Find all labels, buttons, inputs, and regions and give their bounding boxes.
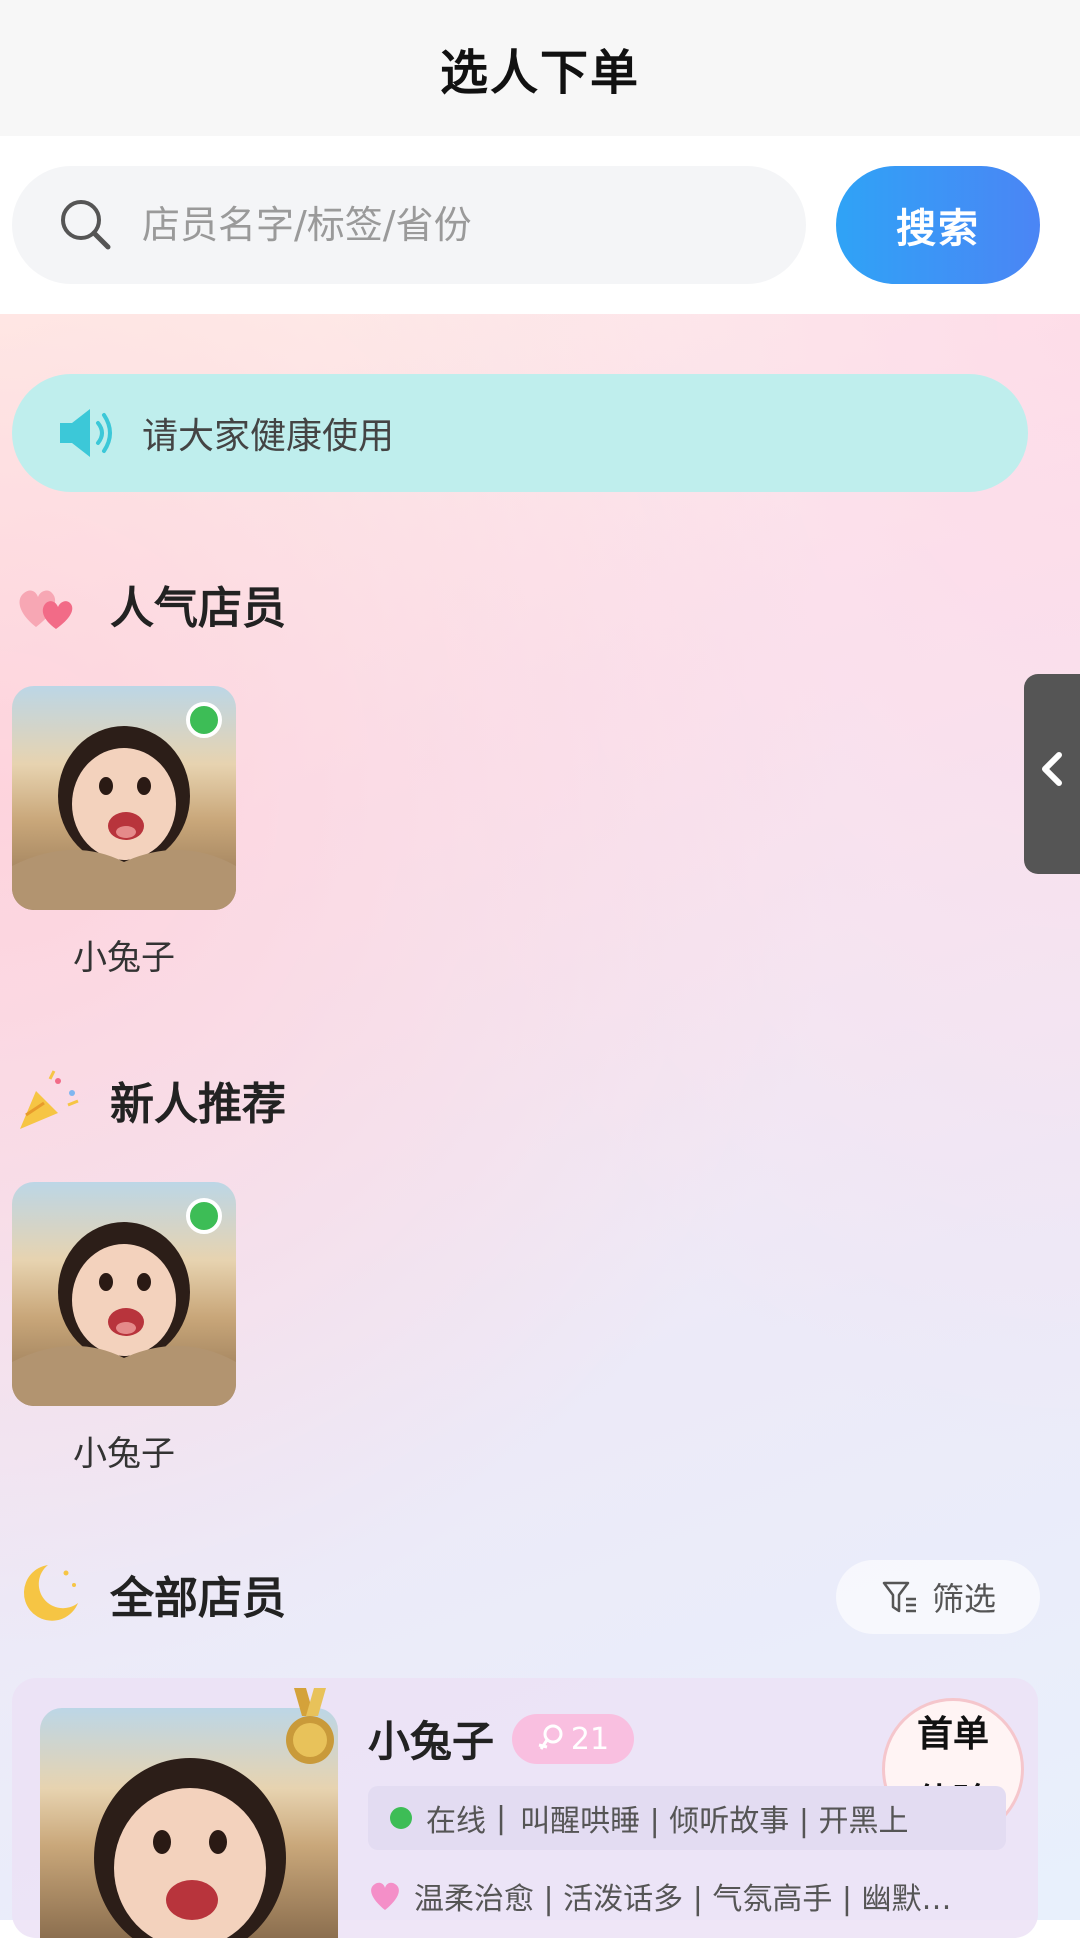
notice-banner: 请大家健康使用 [12,374,1028,492]
section-all-header: 全部店员 [14,1554,286,1634]
newcomer-staff-card[interactable]: 小兔子 [12,1182,236,1475]
medal-icon [280,1688,340,1772]
search-bar: 搜索 [0,136,1080,314]
heart-icon [368,1880,402,1912]
avatar [12,1182,236,1406]
online-dot [390,1807,412,1829]
traits-row: 温柔治愈 | 活泼话多 | 气氛高手 | 幽默… [368,1874,952,1918]
separator: | [496,1800,507,1836]
online-indicator [186,702,222,738]
section-popular-header: 人气店员 [14,564,286,644]
search-icon [56,195,116,255]
section-popular-title: 人气店员 [110,583,286,634]
page-title: 选人下单 [439,45,640,101]
staff-name: 小兔子 [73,938,175,978]
main-content: 请大家健康使用 人气店员 小兔子 新人推荐 小兔子 全部店员 筛选 小兔子 21… [0,314,1080,1938]
popular-staff-card[interactable]: 小兔子 [12,686,236,979]
section-newcomers-title: 新人推荐 [110,1079,286,1130]
section-newcomers-header: 新人推荐 [14,1060,286,1140]
online-status: 在线 [426,1804,486,1839]
online-indicator [186,1198,222,1234]
female-icon [537,1723,565,1755]
speaker-icon [56,403,118,463]
search-input[interactable] [140,202,764,248]
services-text: 叫醒哄睡 | 倾听故事 | 开黑上 [520,1804,909,1839]
staff-name: 小兔子 [368,1717,495,1766]
chevron-left-icon [1037,749,1067,799]
moon-icon [14,1559,84,1629]
traits-text: 温柔治愈 | 活泼话多 | 气氛高手 | 幽默… [414,1882,952,1917]
section-all-title: 全部店员 [110,1573,286,1624]
filter-button[interactable]: 筛选 [836,1560,1040,1634]
search-field[interactable] [12,166,806,284]
filter-icon [880,1577,920,1617]
search-button[interactable]: 搜索 [836,166,1040,284]
status-row: 在线 | 叫醒哄睡 | 倾听故事 | 开黑上 [368,1786,1006,1850]
filter-label: 筛选 [931,1580,996,1618]
first-order-line1: 首单 [916,1714,989,1755]
hearts-icon [14,569,84,639]
avatar [12,686,236,910]
top-bar: 选人下单 [0,0,1080,136]
staff-list-item[interactable]: 小兔子 21 首单 体验 在线 | 叫醒哄睡 | 倾听故事 | 开黑上 [12,1678,1038,1938]
staff-name: 小兔子 [73,1434,175,1474]
party-popper-icon [14,1065,84,1135]
notice-text: 请大家健康使用 [142,416,395,457]
side-drawer-tab[interactable] [1024,674,1080,874]
age-badge: 21 [512,1714,634,1764]
age-value: 21 [570,1721,610,1757]
